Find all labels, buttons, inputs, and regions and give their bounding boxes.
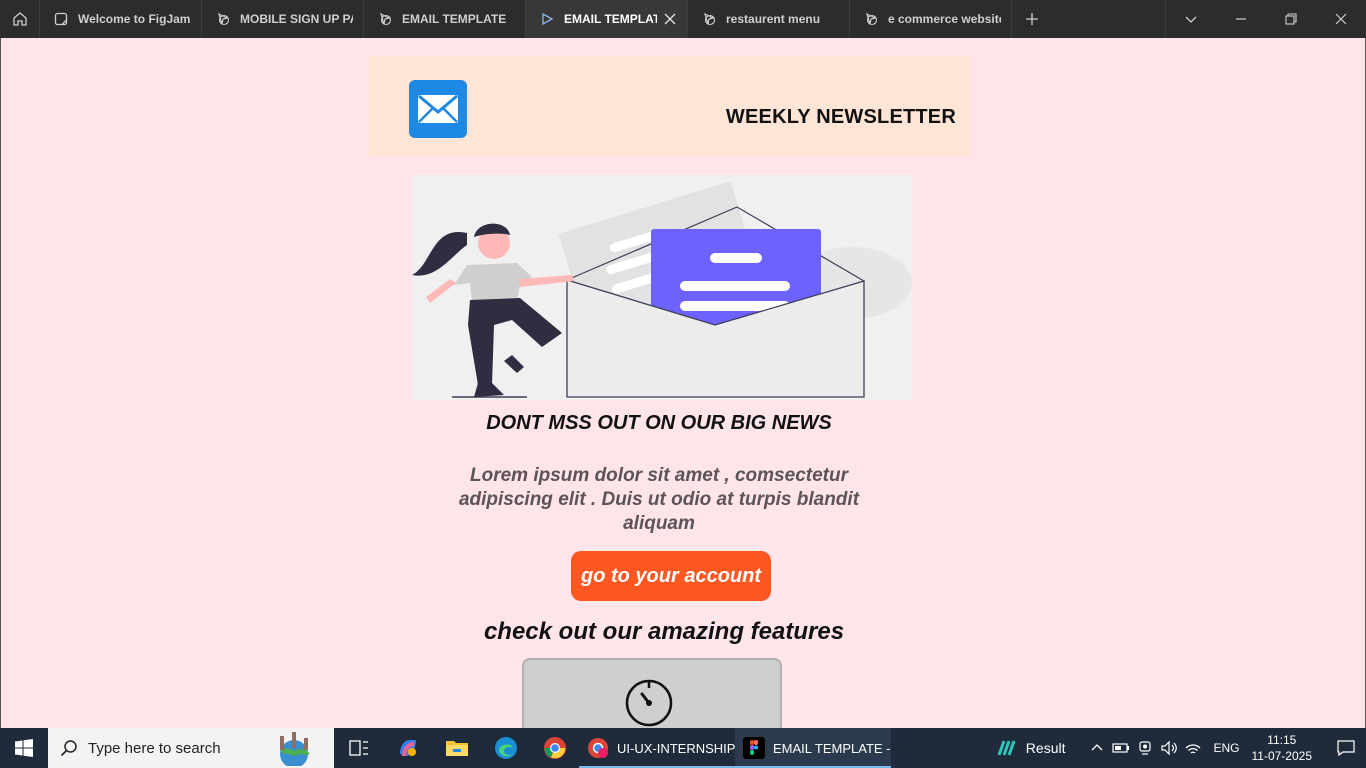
chrome-icon [543, 737, 566, 759]
restore-button[interactable] [1266, 0, 1316, 38]
tab-label: e commerce website ui [888, 12, 1001, 26]
network-tray[interactable] [1181, 740, 1205, 756]
figjam-icon [54, 12, 68, 26]
tab-welcome-figjam[interactable]: Welcome to FigJam [40, 0, 202, 38]
meet-now-tray[interactable] [1133, 740, 1157, 756]
close-icon [1335, 13, 1347, 25]
battery-tray[interactable] [1109, 742, 1133, 754]
chrome-profile-icon [588, 738, 608, 758]
newsletter-title: WEEKLY NEWSLETTER [725, 106, 956, 128]
task-view-icon [348, 740, 368, 756]
search-placeholder: Type here to search [88, 739, 221, 757]
taskbar-file-explorer[interactable] [432, 728, 481, 768]
chevron-up-icon [1092, 744, 1103, 751]
tab-label: EMAIL TEMPLATE [402, 12, 507, 26]
tab-email-template-prototype[interactable]: EMAIL TEMPLATE [526, 0, 688, 38]
clock[interactable]: 11:15 11-07-2025 [1252, 732, 1313, 764]
plus-icon [1026, 13, 1038, 25]
tab-label: restaurent menu [726, 12, 821, 26]
windows-taskbar: Type here to search UI-UX-INTERNSHIP... … [0, 728, 1366, 768]
close-window-button[interactable] [1316, 0, 1366, 38]
taskbar-app-ui-ux-internship[interactable]: UI-UX-INTERNSHIP... [579, 728, 735, 768]
clock-date: 11-07-2025 [1251, 749, 1313, 763]
taskbar-chrome[interactable] [530, 728, 579, 768]
tab-e-commerce-website[interactable]: e commerce website ui [850, 0, 1012, 38]
body-paragraph: Lorem ipsum dolor sit amet , comsectetur… [458, 465, 860, 534]
clock-time: 11:15 [1267, 733, 1297, 747]
figma-icon [743, 737, 765, 759]
taskbar-copilot[interactable] [383, 728, 432, 768]
restore-icon [1285, 13, 1297, 25]
copilot-icon [399, 740, 416, 757]
folder-icon [445, 741, 468, 756]
news-headline: DONT MSS OUT ON OUR BIG NEWS [486, 412, 832, 434]
chevron-down-icon [1185, 16, 1197, 23]
figma-file-icon [866, 12, 878, 26]
search-highlight-globe-icon [280, 732, 310, 766]
system-tray: Result ENG 11:15 11-07-2025 [996, 728, 1366, 768]
tab-mobile-sign-up[interactable]: MOBILE SIGN UP PAGE [202, 0, 364, 38]
show-hidden-icons[interactable] [1085, 741, 1109, 755]
task-view-button[interactable] [334, 728, 383, 768]
go-to-account-button[interactable]: go to your account [571, 551, 771, 601]
hero-illustration [412, 175, 912, 400]
figma-file-icon [380, 12, 392, 26]
tab-list-dropdown[interactable] [1166, 0, 1216, 38]
prototype-canvas: WEEKLY NEWSLETTER DONT MSS OUT ON OUR BI… [0, 38, 1366, 728]
weather-icon[interactable] [996, 737, 1018, 759]
app-label: UI-UX-INTERNSHIP... [617, 740, 735, 756]
webcam-icon [1139, 741, 1152, 755]
figma-tab-bar: Welcome to FigJam MOBILE SIGN UP PAGE EM… [0, 0, 1366, 38]
figma-file-icon [704, 12, 716, 26]
prototype-play-icon [542, 12, 554, 26]
features-heading: check out our amazing features [483, 618, 845, 645]
taskbar-app-figma[interactable]: EMAIL TEMPLATE - ... [735, 728, 891, 768]
close-icon[interactable] [663, 12, 677, 26]
speaker-icon [1161, 740, 1178, 756]
language-indicator[interactable]: ENG [1213, 741, 1239, 755]
taskbar-edge[interactable] [481, 728, 530, 768]
app-label: EMAIL TEMPLATE - ... [773, 740, 891, 756]
timer-icon [625, 679, 673, 727]
feature-card [522, 658, 782, 728]
search-icon [60, 740, 77, 757]
taskbar-search[interactable]: Type here to search [48, 728, 334, 768]
windows-logo-icon [15, 739, 33, 757]
minimize-icon [1236, 18, 1246, 20]
tab-restaurent-menu[interactable]: restaurent menu [688, 0, 850, 38]
home-icon [12, 12, 27, 26]
new-tab-button[interactable] [1012, 0, 1052, 38]
figma-file-icon [218, 12, 230, 26]
notification-icon [1337, 740, 1355, 757]
email-header: WEEKLY NEWSLETTER [369, 56, 970, 156]
envelope-icon [409, 80, 467, 138]
wifi-icon [1186, 744, 1201, 754]
start-button[interactable] [0, 728, 48, 768]
tab-label: EMAIL TEMPLATE [564, 12, 657, 26]
weather-label[interactable]: Result [1026, 740, 1066, 756]
tab-bar-spacer [1052, 0, 1165, 38]
tab-label: MOBILE SIGN UP PAGE [240, 12, 353, 26]
notification-center-button[interactable] [1326, 739, 1366, 757]
edge-icon [494, 737, 517, 759]
home-button[interactable] [0, 0, 40, 38]
tab-label: Welcome to FigJam [78, 12, 191, 26]
volume-tray[interactable] [1157, 740, 1181, 756]
minimize-button[interactable] [1216, 0, 1266, 38]
tab-email-template[interactable]: EMAIL TEMPLATE [364, 0, 526, 38]
battery-icon [1112, 743, 1130, 753]
